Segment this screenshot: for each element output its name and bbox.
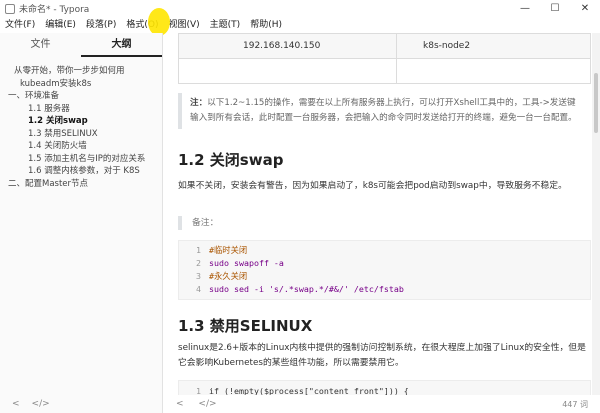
code-line: 1 if (!empty($process["content_front"])) … (196, 386, 409, 395)
outline-item-master[interactable]: 二、配置Master节点 (0, 178, 162, 191)
code-line: 4 sudo sed -i 's/.*swap.*/#&/' /etc/fstab (196, 284, 404, 294)
maximize-button[interactable]: ☐ (540, 0, 570, 17)
outline-item-firewall[interactable]: 1.4 关闭防火墙 (0, 140, 162, 153)
status-bar: < </> 447 词 (164, 395, 600, 413)
heading-selinux: 1.3 禁用SELINUX (178, 317, 313, 335)
menu-bar: 文件(F) 编辑(E) 段落(P) 格式(O) 视图(V) 主题(T) 帮助(H… (0, 17, 600, 33)
menu-edit[interactable]: 编辑(E) (40, 17, 81, 33)
outline-item-selinux[interactable]: 1.3 禁用SELINUX (0, 128, 162, 141)
outline-item-swap[interactable]: 1.2 关闭swap (0, 115, 162, 128)
outline-item-env[interactable]: 一、环境准备 (0, 90, 162, 103)
table-cell-empty[interactable] (396, 58, 591, 84)
outline-item-title[interactable]: 从零开始，带你一步步如何用 (0, 65, 162, 78)
table-cell-empty[interactable] (178, 58, 397, 84)
menu-help[interactable]: 帮助(H) (245, 17, 287, 33)
chevron-left-icon[interactable]: < (12, 399, 20, 409)
source-code-icon[interactable]: </> (32, 399, 50, 409)
table-cell-ip[interactable]: 192.168.140.150 (178, 33, 397, 59)
minimize-button[interactable]: — (510, 0, 540, 17)
outline-item-server[interactable]: 1.1 服务器 (0, 103, 162, 116)
sidebar-footer: < </> (0, 395, 163, 413)
sidebar-tabs: 文件 大纲 (0, 33, 162, 57)
code-block-swap[interactable]: 1 #临时关闭 2 sudo swapoff -a 3 #永久关闭 4 sudo sed… (178, 240, 591, 300)
note-text: 以下1.2~1.15的操作，需要在以上所有服务器上执行，可以打开Xshell工具… (190, 98, 577, 123)
cursor-highlight (148, 8, 170, 36)
menu-theme[interactable]: 主题(T) (205, 17, 246, 33)
menu-file[interactable]: 文件(F) (0, 17, 40, 33)
outline-item-hosts[interactable]: 1.5 添加主机名与IP的对应关系 (0, 153, 162, 166)
editor-scrollbar[interactable] (592, 33, 600, 395)
quote-remark: 备注： (178, 216, 591, 230)
chevron-left-icon[interactable]: < (176, 399, 184, 409)
table-row (178, 58, 591, 84)
heading-swap: 1.2 关闭swap (178, 151, 284, 169)
paragraph-selinux: selinux是2.6+版本的Linux内核中提供的强制访问控制系统，在很大程度… (178, 343, 586, 368)
code-line: 3 #永久关闭 (196, 271, 248, 281)
window-title: 未命名* - Typora (19, 5, 90, 15)
title-bar: 未命名* - Typora — ☐ ✕ (0, 0, 600, 17)
word-count[interactable]: 447 词 (562, 399, 588, 410)
note-blockquote: 注：以下1.2~1.15的操作，需要在以上所有服务器上执行，可以打开Xshell… (178, 93, 591, 129)
paragraph-swap: 如果不关闭，安装会有警告，因为如果启动了，k8s可能会把pod启动到swap中，… (178, 181, 567, 191)
typora-window: 未命名* - Typora — ☐ ✕ 文件(F) 编辑(E) 段落(P) 格式… (0, 0, 600, 413)
note-label: 注： (190, 98, 208, 108)
code-line: 2 sudo swapoff -a (196, 258, 284, 268)
editor-content[interactable]: 192.168.140.150 k8s-node2 注：以下1.2~1.15的操… (164, 33, 592, 395)
server-table: 192.168.140.150 k8s-node2 (178, 33, 591, 84)
sidebar: 文件 大纲 从零开始，带你一步步如何用 kubeadm安装k8s 一、环境准备 … (0, 33, 163, 413)
outline-item-kernel[interactable]: 1.6 调整内核参数，对于 K8S (0, 165, 162, 178)
tab-outline[interactable]: 大纲 (81, 33, 162, 57)
code-block-php[interactable]: 1 if (!empty($process["content_front"])) … (178, 380, 591, 395)
source-code-icon[interactable]: </> (198, 399, 216, 409)
tab-files[interactable]: 文件 (0, 33, 81, 57)
scrollbar-thumb[interactable] (594, 73, 598, 133)
menu-paragraph[interactable]: 段落(P) (81, 17, 121, 33)
outline-item-title-cont[interactable]: kubeadm安装k8s (0, 78, 162, 91)
typora-app-icon (5, 3, 15, 14)
table-row: 192.168.140.150 k8s-node2 (178, 33, 591, 59)
window-controls: — ☐ ✕ (510, 0, 600, 17)
table-cell-host[interactable]: k8s-node2 (396, 33, 591, 59)
outline-list: 从零开始，带你一步步如何用 kubeadm安装k8s 一、环境准备 1.1 服务… (0, 57, 162, 190)
code-line: 1 #临时关闭 (196, 245, 248, 255)
close-button[interactable]: ✕ (570, 0, 600, 17)
